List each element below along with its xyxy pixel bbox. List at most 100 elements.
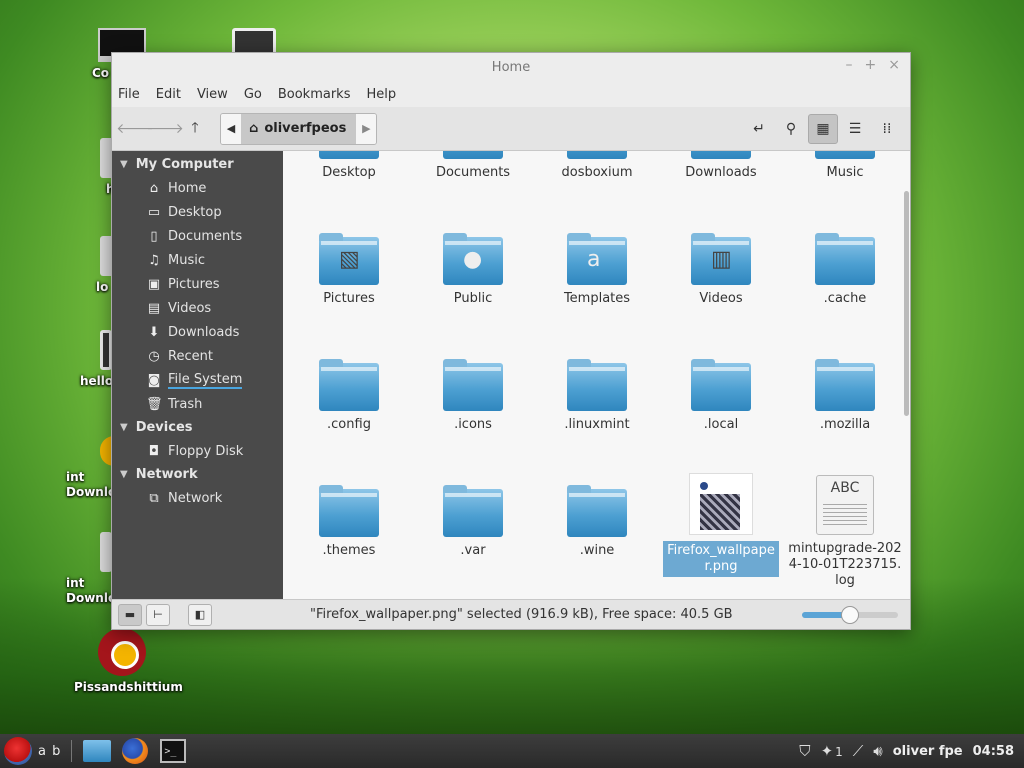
sidebar-item-pictures[interactable]: ▣ Pictures [112,272,283,296]
file-item-mozilla[interactable]: .mozilla [787,347,903,433]
file-item-var[interactable]: .var [415,473,531,559]
sidebar-item-downloads[interactable]: ⬇ Downloads [112,320,283,344]
pictures-icon: ▣ [147,276,161,292]
file-view[interactable]: Desktop Documents dosboxium Downloads Mu… [283,151,910,599]
volume-icon[interactable]: 🔊︎ [873,742,882,760]
menu-help[interactable]: Help [366,87,396,102]
menu-file[interactable]: File [118,87,140,102]
caret-right-icon: ▶ [362,122,371,135]
folder-icon: a [567,233,627,285]
file-item-pictures[interactable]: ▧ Pictures [291,221,407,307]
sidebar-item-label: Floppy Disk [168,443,244,459]
breadcrumb-label: oliverfpeos [264,121,347,136]
sidebar-item-label: File System [168,371,243,389]
sidebar-section-my-computer[interactable]: ▼ My Computer [112,153,283,176]
start-menu-button[interactable]: a b [4,737,61,765]
folder-icon [319,151,379,159]
sidebar-item-desktop[interactable]: ▭ Desktop [112,200,283,224]
taskbar-separator [71,740,73,762]
downloads-icon: ⬇ [148,324,160,340]
sidebar-item-file-system[interactable]: ◙ File System [112,368,283,392]
firefox-icon [122,738,149,764]
sidebar-item-documents[interactable]: ▯ Documents [112,224,283,248]
minimize-button[interactable]: – [846,57,853,73]
breadcrumb-home[interactable]: ⌂ oliverfpeos [241,113,357,144]
sidebar-item-floppy-disk[interactable]: ◘ Floppy Disk [112,439,283,463]
taskbar-firefox-button[interactable] [120,737,150,765]
breadcrumb-next-button[interactable]: ▶ [356,113,377,144]
sidebar-section-label: Devices [135,420,193,435]
taskbar-files-button[interactable] [82,737,112,765]
file-label: .linuxmint [564,417,630,432]
icon-view-button[interactable]: ▦ [808,114,838,144]
sidebar-item-home[interactable]: ⌂ Home [112,176,283,200]
clock[interactable]: 04:58 [973,744,1014,759]
zoom-slider[interactable] [802,606,898,624]
hide-sidebar-button[interactable]: ◧ [188,603,212,626]
maximize-button[interactable]: + [865,57,877,73]
toggle-location-button[interactable]: ↵ [744,114,774,144]
file-item-cache[interactable]: .cache [787,221,903,307]
user-name[interactable]: oliver fpe [893,744,963,759]
show-tree-button[interactable]: ⊢ [146,603,170,626]
file-item-mintupgrade-log[interactable]: ABC mintupgrade-2024-10-01T223715.log [787,471,903,589]
file-item-linuxmint[interactable]: .linuxmint [539,347,655,433]
home-icon: ⌂ [249,121,259,136]
file-item-wine[interactable]: .wine [539,473,655,559]
file-label: mintupgrade-2024-10-01T223715.log [788,541,902,588]
menu-view[interactable]: View [197,87,228,102]
desktop-icon-pissandshittium[interactable]: Pissandshittium [74,628,183,694]
folder-icon [815,359,875,411]
file-item-dosboxium[interactable]: dosboxium [539,151,655,181]
forward-button[interactable]: 🡒 [146,114,184,144]
compact-view-button[interactable]: ⁞⁞ [872,114,902,144]
location-toggle-icon: ↵ [753,121,765,137]
file-item-themes[interactable]: .themes [291,473,407,559]
sidebar-item-label: Recent [168,348,213,364]
sidebar: ▼ My Computer ⌂ Home ▭ Desktop ▯ Documents … [112,151,283,599]
file-item-videos[interactable]: ▥ Videos [663,221,779,307]
up-button[interactable]: 🡑 [180,114,210,144]
show-places-button[interactable]: ▬ [118,603,142,626]
file-label: .mozilla [819,417,871,432]
file-item-config[interactable]: .config [291,347,407,433]
toolbar: 🡐 🡒 🡑 ◀ ⌂ oliverfpeos ▶ ↵ ⚲ ▦ ☰ ⁞⁞ [112,107,910,151]
file-item-firefox-wallpaper[interactable]: Firefox_wallpaper.png [663,471,779,577]
file-item-music[interactable]: Music [787,151,903,181]
menu-edit[interactable]: Edit [156,87,181,102]
sidebar-item-music[interactable]: ♫ Music [112,248,283,272]
zoom-slider-handle[interactable] [841,606,859,624]
file-label: .icons [454,417,492,432]
folder-icon [567,151,627,159]
menu-go[interactable]: Go [244,87,262,102]
file-item-public[interactable]: ● Public [415,221,531,307]
folder-icon [443,485,503,537]
close-button[interactable]: × [888,57,900,73]
sidebar-section-devices[interactable]: ▼ Devices [112,416,283,439]
sidebar-item-videos[interactable]: ▤ Videos [112,296,283,320]
search-button[interactable]: ⚲ [776,114,806,144]
list-view-button[interactable]: ☰ [840,114,870,144]
file-item-local[interactable]: .local [663,347,779,433]
file-item-icons[interactable]: .icons [415,347,531,433]
taskbar-terminal-button[interactable]: >_ [158,737,188,765]
file-item-desktop[interactable]: Desktop [291,151,407,181]
notifications-icon[interactable]: ✦ 1 [821,742,843,760]
title-bar[interactable]: Home – + × [112,53,910,81]
sidebar-item-network[interactable]: ⧉ Network [112,486,283,510]
sidebar-item-recent[interactable]: ◷ Recent [112,344,283,368]
file-manager-window: Home – + × File Edit View Go Bookmarks H… [111,52,911,630]
menu-bookmarks[interactable]: Bookmarks [278,87,351,102]
sidebar-section-network[interactable]: ▼ Network [112,463,283,486]
folder-icon [443,151,503,159]
file-item-templates[interactable]: a Templates [539,221,655,307]
file-item-downloads[interactable]: Downloads [663,151,779,181]
breadcrumb-prev-button[interactable]: ◀ [221,113,241,144]
file-item-documents[interactable]: Documents [415,151,531,181]
scrollbar[interactable] [904,191,909,416]
template-emblem-icon: a [587,247,601,272]
sidebar-item-trash[interactable]: 🗑 Trash [112,392,283,416]
desktop-icon: ▭ [147,204,161,220]
shield-icon[interactable]: ⛉ [799,742,810,760]
network-tray-icon[interactable]: ⟋ [853,742,864,760]
